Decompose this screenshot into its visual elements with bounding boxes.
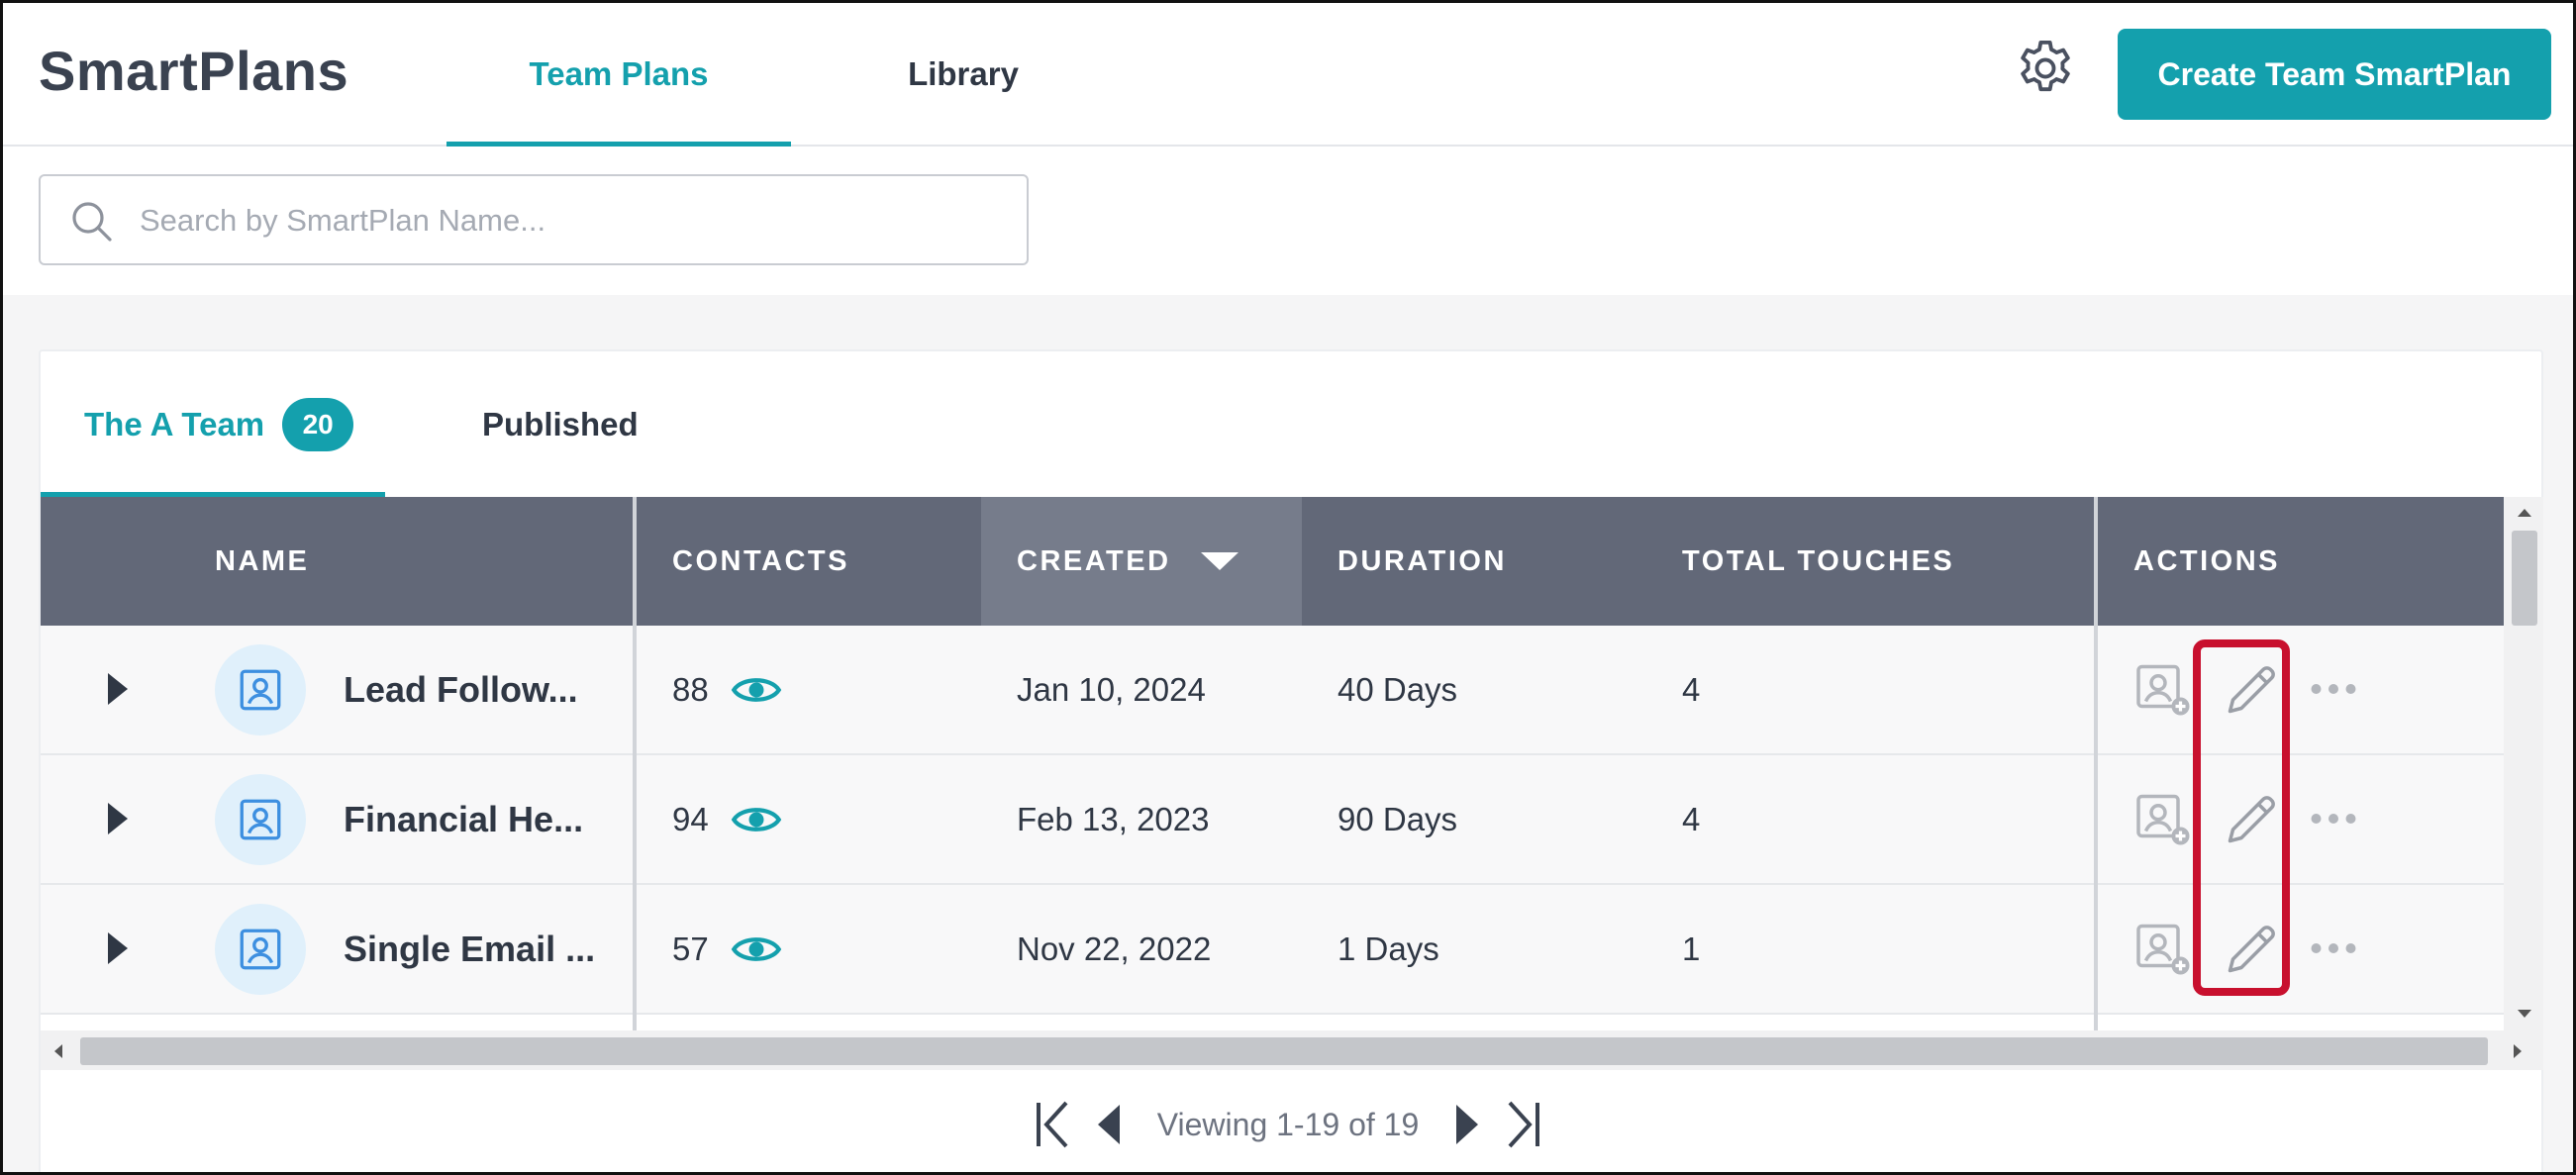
column-header-created[interactable]: CREATED bbox=[981, 497, 1302, 626]
search-area bbox=[3, 147, 2573, 295]
eye-icon[interactable] bbox=[731, 932, 782, 966]
plan-name[interactable]: Financial He... bbox=[344, 755, 583, 883]
plan-name[interactable]: Single Email ... bbox=[344, 885, 595, 1013]
column-header-total-touches-label: TOTAL TOUCHES bbox=[1682, 544, 1955, 577]
contacts-count: 88 bbox=[672, 670, 709, 708]
team-count-badge: 20 bbox=[282, 397, 354, 451]
subtab-published[interactable]: Published bbox=[482, 351, 639, 497]
pencil-icon[interactable] bbox=[2223, 919, 2282, 978]
tab-team-plans-label: Team Plans bbox=[529, 54, 709, 92]
table-row[interactable]: Financial He... 94 Feb 13, 2023 90 Days … bbox=[41, 755, 2504, 885]
table-row[interactable]: Lead Follow... 88 Jan 10, 2024 40 Days 4 bbox=[41, 626, 2504, 755]
app-window: SmartPlans Team Plans Library Create Tea… bbox=[0, 0, 2576, 1175]
more-icon[interactable] bbox=[2304, 789, 2363, 848]
next-page-icon[interactable] bbox=[1448, 1099, 1488, 1150]
touches-cell: 4 bbox=[1682, 670, 1701, 708]
duration-cell: 40 Days bbox=[1338, 670, 1458, 708]
sort-descending-icon bbox=[1200, 552, 1238, 570]
subtab-the-a-team[interactable]: The A Team 20 bbox=[41, 351, 385, 497]
add-contact-icon[interactable] bbox=[2133, 659, 2193, 719]
plan-contact-icon bbox=[215, 774, 306, 865]
add-contact-icon[interactable] bbox=[2133, 919, 2193, 978]
table-row[interactable]: Single Email ... 57 Nov 22, 2022 1 Days … bbox=[41, 885, 2504, 1015]
scroll-right-icon[interactable] bbox=[2512, 1042, 2524, 1060]
plans-card: The A Team 20 Published NAME CONTACTS CR… bbox=[39, 349, 2543, 1172]
tab-team-plans[interactable]: Team Plans bbox=[446, 3, 791, 147]
eye-icon[interactable] bbox=[731, 803, 782, 836]
gear-icon[interactable] bbox=[2013, 36, 2078, 101]
scroll-left-icon[interactable] bbox=[52, 1042, 64, 1060]
contacts-count: 57 bbox=[672, 930, 709, 967]
duration-cell: 90 Days bbox=[1338, 800, 1458, 837]
search-input[interactable] bbox=[140, 194, 991, 247]
touches-cell: 1 bbox=[1682, 930, 1701, 967]
created-cell: Feb 13, 2023 bbox=[1017, 800, 1210, 837]
table-header: NAME CONTACTS CREATED DURATION TOTAL TOU… bbox=[41, 497, 2504, 626]
scroll-down-icon[interactable] bbox=[2516, 1008, 2533, 1020]
create-team-smartplan-button[interactable]: Create Team SmartPlan bbox=[2118, 29, 2551, 120]
column-header-actions-label: ACTIONS bbox=[2133, 544, 2280, 577]
vertical-scroll-thumb[interactable] bbox=[2512, 531, 2537, 626]
vertical-scrollbar[interactable] bbox=[2504, 497, 2543, 1031]
column-header-created-label: CREATED bbox=[1017, 544, 1171, 577]
plans-table: NAME CONTACTS CREATED DURATION TOTAL TOU… bbox=[41, 497, 2504, 1031]
more-icon[interactable] bbox=[2304, 919, 2363, 978]
plan-contact-icon bbox=[215, 644, 306, 735]
last-page-icon[interactable] bbox=[1504, 1099, 1543, 1150]
frozen-column-divider bbox=[633, 497, 637, 1031]
touches-cell: 4 bbox=[1682, 800, 1701, 837]
column-header-total-touches[interactable]: TOTAL TOUCHES bbox=[1682, 497, 1954, 626]
search-box[interactable] bbox=[39, 174, 1029, 265]
caret-right-icon[interactable] bbox=[96, 929, 136, 968]
created-cell: Jan 10, 2024 bbox=[1017, 670, 1206, 708]
horizontal-scroll-thumb[interactable] bbox=[80, 1037, 2488, 1065]
actions-column-divider bbox=[2094, 497, 2098, 1031]
subtab-the-a-team-label: The A Team bbox=[84, 405, 265, 442]
tab-library-label: Library bbox=[908, 54, 1019, 92]
column-header-name-label: NAME bbox=[215, 544, 310, 577]
contacts-count: 94 bbox=[672, 800, 709, 837]
add-contact-icon[interactable] bbox=[2133, 789, 2193, 848]
pagination: Viewing 1-19 of 19 bbox=[3, 1070, 2573, 1172]
top-nav: SmartPlans Team Plans Library Create Tea… bbox=[3, 3, 2573, 147]
contacts-cell: 94 bbox=[672, 755, 782, 883]
contacts-cell: 88 bbox=[672, 626, 782, 753]
contacts-cell: 57 bbox=[672, 885, 782, 1013]
prev-page-icon[interactable] bbox=[1088, 1099, 1128, 1150]
column-header-contacts-label: CONTACTS bbox=[672, 544, 849, 577]
column-header-duration-label: DURATION bbox=[1338, 544, 1507, 577]
pencil-icon[interactable] bbox=[2223, 789, 2282, 848]
tab-library[interactable]: Library bbox=[860, 3, 1066, 145]
created-cell: Nov 22, 2022 bbox=[1017, 930, 1212, 967]
caret-right-icon[interactable] bbox=[96, 799, 136, 838]
caret-right-icon[interactable] bbox=[96, 669, 136, 709]
scroll-up-icon[interactable] bbox=[2516, 507, 2533, 519]
pencil-icon[interactable] bbox=[2223, 659, 2282, 719]
column-header-duration[interactable]: DURATION bbox=[1338, 497, 1507, 626]
eye-icon[interactable] bbox=[731, 673, 782, 707]
more-icon[interactable] bbox=[2304, 659, 2363, 719]
column-header-actions: ACTIONS bbox=[2133, 497, 2280, 626]
pagination-status: Viewing 1-19 of 19 bbox=[1156, 1106, 1420, 1142]
subtab-published-label: Published bbox=[482, 405, 639, 442]
first-page-icon[interactable] bbox=[1033, 1099, 1072, 1150]
brand-title: SmartPlans bbox=[39, 40, 349, 102]
column-header-name[interactable]: NAME bbox=[215, 497, 309, 626]
duration-cell: 1 Days bbox=[1338, 930, 1439, 967]
column-header-contacts[interactable]: CONTACTS bbox=[672, 497, 849, 626]
plan-name[interactable]: Lead Follow... bbox=[344, 626, 578, 753]
plan-contact-icon bbox=[215, 904, 306, 995]
search-icon bbox=[72, 202, 112, 242]
horizontal-scrollbar[interactable] bbox=[41, 1030, 2543, 1070]
